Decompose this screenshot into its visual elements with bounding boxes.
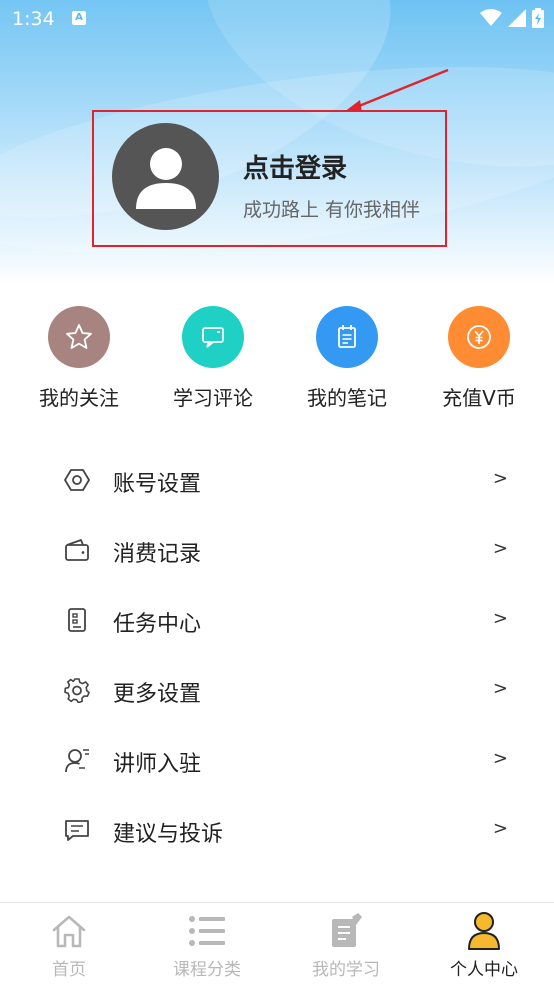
tab-my-study[interactable]: 我的学习 [277, 911, 415, 980]
chevron-right-icon: > [492, 608, 508, 629]
notepad-icon [316, 306, 378, 368]
quick-action-notes[interactable]: 我的笔记 [282, 306, 412, 411]
quick-action-label: 学习评论 [173, 386, 253, 410]
menu-item-label: 账号设置 [113, 472, 202, 497]
quick-action-label: 我的关注 [39, 386, 119, 410]
tab-personal-center[interactable]: 个人中心 [415, 911, 553, 980]
menu-item-label: 消费记录 [113, 542, 202, 567]
home-icon [49, 911, 89, 951]
menu-item-label: 建议与投诉 [113, 822, 224, 847]
menu-item-label: 更多设置 [113, 682, 202, 707]
annotation-box [92, 110, 447, 247]
wifi-icon [480, 9, 502, 26]
hexagon-settings-icon [64, 469, 90, 491]
quick-action-comments[interactable]: 学习评论 [148, 306, 278, 411]
menu-item-purchase-history[interactable]: 消费记录 > [0, 515, 554, 585]
quick-actions: 我的关注 学习评论 我的笔记 充值V币 [0, 306, 554, 416]
menu-item-lecturer-join[interactable]: 讲师入驻 > [0, 725, 554, 795]
menu-item-label: 讲师入驻 [113, 752, 202, 777]
chevron-right-icon: > [492, 468, 508, 489]
yen-coin-icon [448, 306, 510, 368]
tab-label: 首页 [52, 960, 86, 980]
tab-home[interactable]: 首页 [0, 911, 138, 980]
feedback-icon [65, 820, 89, 841]
menu-item-task-center[interactable]: 任务中心 > [0, 585, 554, 655]
wallet-icon [65, 539, 89, 561]
chevron-right-icon: > [492, 538, 508, 559]
annotation-arrow [344, 68, 449, 112]
settings-menu: 账号设置 > 消费记录 > 任务中心 > 更多设置 > 讲师入驻 > 建议与投诉… [0, 445, 554, 865]
status-icons [480, 8, 544, 28]
menu-item-label: 任务中心 [113, 612, 202, 637]
status-bar: 1:34 A [0, 0, 554, 38]
battery-icon [532, 8, 544, 28]
task-clipboard-icon [68, 608, 86, 632]
study-book-icon [326, 911, 366, 951]
tab-label: 个人中心 [450, 960, 518, 980]
menu-item-account-settings[interactable]: 账号设置 > [0, 445, 554, 515]
person-icon [464, 911, 504, 951]
chevron-right-icon: > [492, 818, 508, 839]
quick-action-follow[interactable]: 我的关注 [14, 306, 144, 411]
star-icon [48, 306, 110, 368]
status-time: 1:34 [12, 8, 55, 30]
tab-course-categories[interactable]: 课程分类 [138, 911, 276, 980]
chevron-right-icon: > [492, 678, 508, 699]
gear-icon [64, 678, 90, 703]
bottom-navigation: 首页 课程分类 我的学习 个人中心 [0, 902, 554, 984]
menu-item-more-settings[interactable]: 更多设置 > [0, 655, 554, 725]
tab-label: 课程分类 [173, 960, 241, 980]
quick-action-label: 我的笔记 [307, 386, 387, 410]
chevron-right-icon: > [492, 748, 508, 769]
quick-action-recharge[interactable]: 充值V币 [414, 306, 544, 411]
signal-icon [508, 9, 526, 27]
list-icon [187, 911, 227, 951]
menu-item-feedback[interactable]: 建议与投诉 > [0, 795, 554, 865]
lecturer-icon [65, 749, 89, 773]
notification-icon: A [72, 11, 86, 25]
quick-action-label: 充值V币 [442, 386, 516, 410]
chat-icon [182, 306, 244, 368]
tab-label: 我的学习 [312, 960, 380, 980]
